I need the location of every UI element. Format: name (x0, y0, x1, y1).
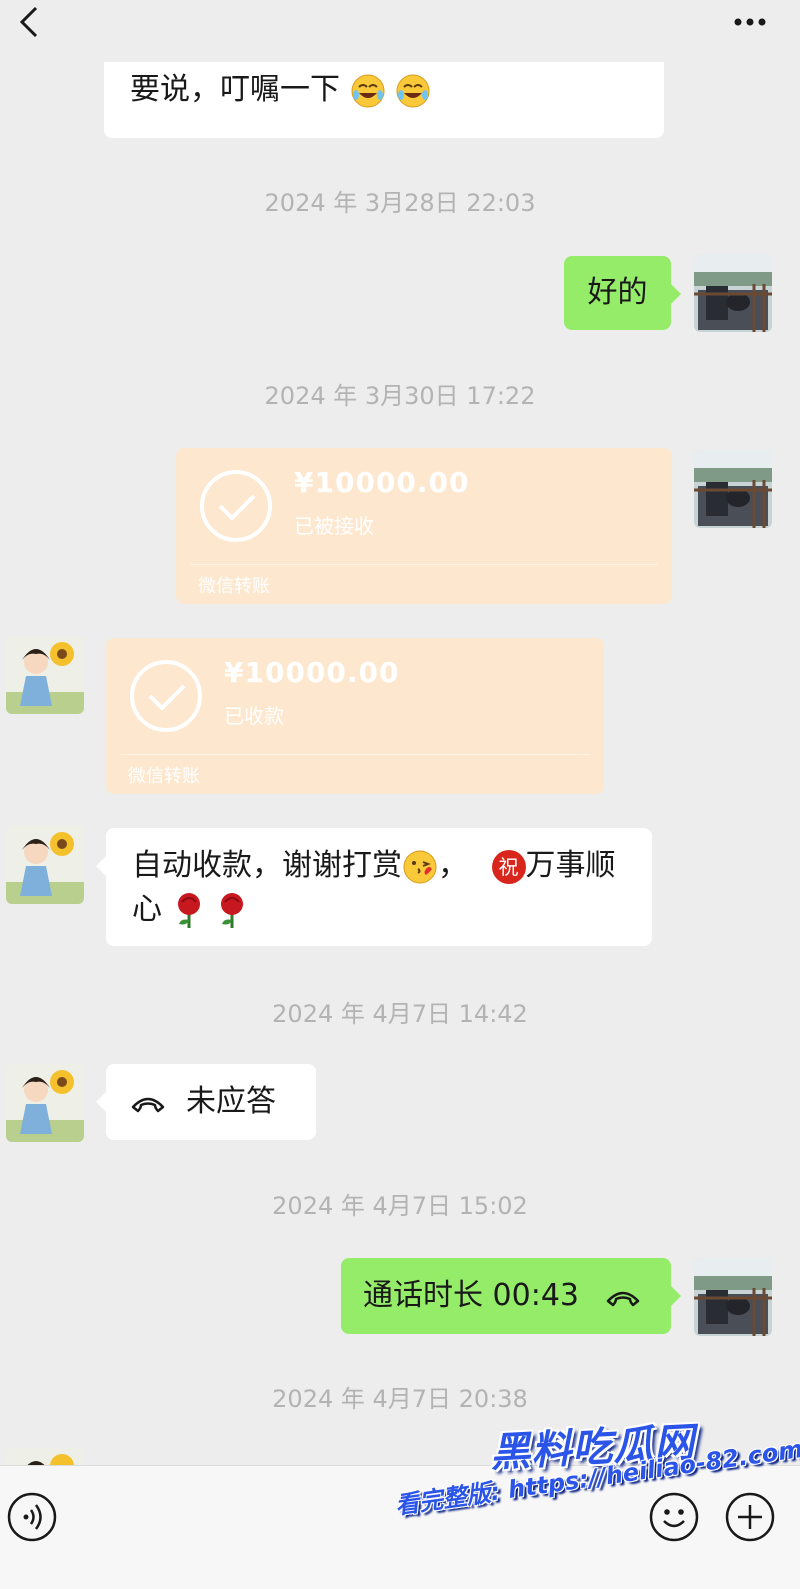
transfer-amount: ¥10000.00 (294, 466, 470, 499)
message-bubble-outgoing[interactable]: 好的 (564, 256, 681, 330)
plus-icon (725, 1492, 775, 1542)
message-text: 自动收款，谢谢打赏 (132, 848, 402, 883)
message-text-line: 要说，叮嘱一下 (130, 72, 340, 107)
phone-hangup-icon (606, 1291, 639, 1306)
input-bar (0, 1465, 800, 1589)
message-text: ， (438, 848, 468, 883)
my-avatar[interactable] (694, 1258, 772, 1336)
transfer-footer: 微信转账 (198, 576, 270, 597)
check-circle-icon (200, 470, 272, 542)
smile-icon (649, 1492, 699, 1542)
timestamp: 2024 年 3月30日 17:22 (264, 382, 536, 410)
more-dots-icon (734, 18, 766, 26)
contact-avatar[interactable] (6, 636, 84, 714)
voice-icon (7, 1492, 57, 1542)
check-circle-icon (130, 660, 202, 732)
emoji-button[interactable] (648, 1491, 700, 1543)
girl-sunflower-avatar (6, 1064, 84, 1142)
chevron-left-icon (19, 6, 38, 38)
phone-hangup-icon (131, 1097, 165, 1112)
divider (120, 754, 590, 755)
transfer-status: 已被接收 (294, 514, 374, 538)
call-duration-text: 通话时长 00:43 (363, 1278, 579, 1313)
girl-sunflower-avatar (6, 636, 84, 714)
my-avatar[interactable] (694, 254, 772, 332)
call-record-incoming[interactable]: 未应答 (96, 1064, 316, 1140)
chat-header-overlay (0, 0, 800, 48)
contact-avatar[interactable] (6, 1064, 84, 1142)
balcony-photo-avatar (694, 1258, 772, 1336)
transfer-amount: ¥10000.00 (224, 656, 400, 689)
transfer-footer: 微信转账 (128, 766, 200, 787)
divider (190, 564, 658, 565)
timestamp: 2024 年 4月7日 15:02 (272, 1192, 528, 1220)
contact-avatar[interactable] (6, 826, 84, 904)
girl-sunflower-avatar (6, 826, 84, 904)
laugh-cry-emoji (351, 74, 385, 107)
contact-avatar[interactable] (6, 1448, 84, 1466)
balcony-photo-avatar (694, 254, 772, 332)
girl-sunflower-avatar (6, 1448, 84, 1466)
balcony-photo-avatar (694, 450, 772, 528)
message-bubble-incoming[interactable]: 自动收款，谢谢打赏 ， 祝万事顺 心 (96, 828, 652, 946)
more-options-button[interactable] (730, 6, 770, 34)
rose-emoji (177, 892, 200, 928)
message-text: 心 (132, 892, 162, 927)
transfer-card-incoming[interactable]: ¥10000.00 已收款 微信转账 (106, 638, 604, 794)
laugh-cry-emoji (396, 74, 430, 107)
back-button[interactable] (10, 2, 50, 42)
my-avatar[interactable] (694, 450, 772, 528)
timestamp: 2024 年 4月7日 14:42 (272, 1000, 528, 1028)
message-text: 好的 (587, 275, 648, 310)
call-status-text: 未应答 (186, 1084, 276, 1119)
call-record-outgoing[interactable]: 通话时长 00:43 (341, 1258, 681, 1334)
rose-emoji (221, 892, 244, 928)
kiss-emoji (403, 850, 437, 883)
transfer-card-outgoing[interactable]: ¥10000.00 已被接收 微信转账 (176, 448, 672, 604)
message-text: 万事顺 (525, 848, 616, 883)
timestamp: 2024 年 3月28日 22:03 (264, 189, 536, 217)
transfer-status: 已收款 (224, 704, 284, 728)
bless-badge-icon: 祝 (491, 849, 526, 884)
voice-button[interactable] (6, 1491, 58, 1543)
more-functions-button[interactable] (724, 1491, 776, 1543)
